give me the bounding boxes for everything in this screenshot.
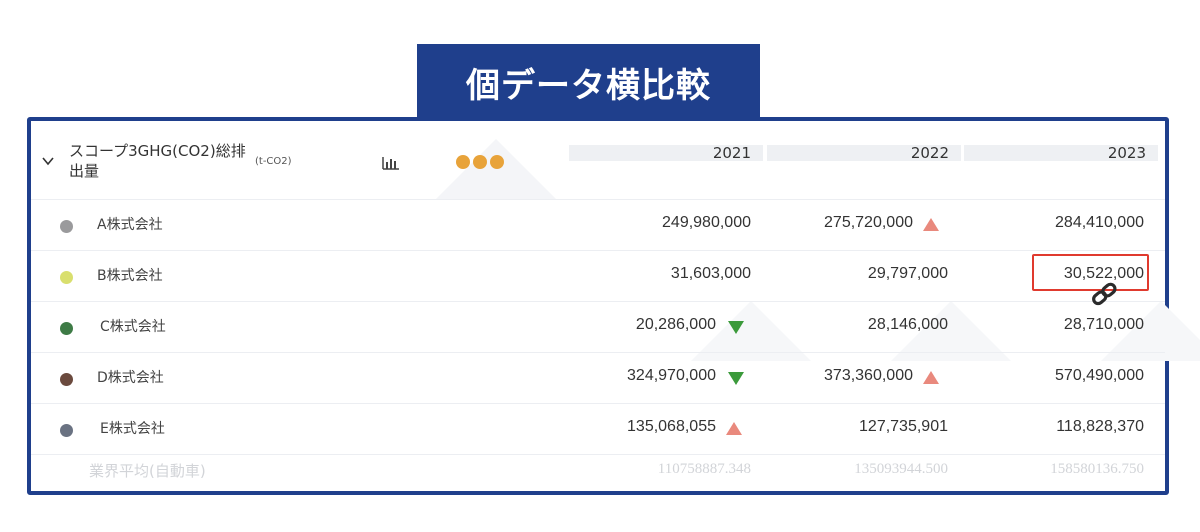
table-row: A株式会社 249,980,000 275,720,000 284,410,00… — [31, 200, 1165, 251]
metric-label: スコープ3GHG(CO2)総排出量 — [69, 142, 246, 180]
page-title: 個データ横比較 — [417, 44, 760, 120]
chevron-down-icon[interactable] — [42, 155, 54, 167]
value-2021: 135,068,055 — [627, 418, 716, 435]
company-color-dot — [60, 220, 73, 233]
industry-average-label: 業界平均(自動車) — [89, 462, 206, 480]
table-row: D株式会社 324,970,000 373,360,000 570,490,00… — [31, 353, 1165, 404]
company-color-dot — [60, 424, 73, 437]
company-name: E株式会社 — [100, 421, 165, 437]
value-2023: 284,410,000 — [1055, 214, 1144, 231]
trend-up-icon — [923, 371, 939, 384]
comparison-panel: スコープ3GHG(CO2)総排出量 (t-CO2) 2021 2022 2023… — [27, 117, 1200, 495]
company-name: B株式会社 — [97, 268, 163, 284]
value-2021: 20,286,000 — [635, 316, 716, 333]
year-header-2023: 2023 — [964, 145, 1158, 161]
table-row: E株式会社 135,068,055 127,735,901 118,828,37… — [31, 404, 1165, 455]
value-2022: 127,735,901 — [859, 418, 948, 435]
average-2023: 158580136.750 — [1050, 461, 1144, 477]
industry-average-row: 業界平均(自動車) 110758887.348 135093944.500 15… — [31, 456, 1165, 488]
unit-label: (t-CO2) — [255, 156, 292, 167]
value-2023: 28,710,000 — [1063, 316, 1144, 333]
company-name: A株式会社 — [97, 217, 163, 233]
value-2022: 275,720,000 — [824, 214, 913, 231]
trend-up-icon — [726, 422, 742, 435]
table-row: B株式会社 31,603,000 29,797,000 30,522,000 — [31, 251, 1165, 302]
table-header: スコープ3GHG(CO2)総排出量 (t-CO2) 2021 2022 2023 — [31, 121, 1165, 200]
company-color-dot — [60, 373, 73, 386]
year-header-2021: 2021 — [569, 145, 763, 161]
company-color-dot — [60, 322, 73, 335]
more-dots-icon[interactable] — [456, 155, 504, 169]
company-color-dot — [60, 271, 73, 284]
value-2022: 29,797,000 — [867, 265, 948, 282]
value-2022: 373,360,000 — [824, 367, 913, 384]
value-2023: 118,828,370 — [1056, 418, 1144, 435]
value-2021: 249,980,000 — [662, 214, 751, 231]
bar-chart-icon[interactable] — [382, 156, 400, 170]
trend-down-icon — [728, 321, 744, 334]
trend-up-icon — [923, 218, 939, 231]
link-icon[interactable] — [1091, 281, 1119, 307]
value-2022: 28,146,000 — [867, 316, 948, 333]
table-row: C株式会社 20,286,000 28,146,000 28,710,000 — [31, 302, 1165, 353]
trend-down-icon — [728, 372, 744, 385]
value-2021: 31,603,000 — [670, 265, 751, 282]
year-header-2022: 2022 — [767, 145, 961, 161]
average-2022: 135093944.500 — [854, 461, 948, 477]
company-name: D株式会社 — [97, 370, 164, 386]
value-2023: 570,490,000 — [1055, 367, 1144, 384]
value-2021: 324,970,000 — [627, 367, 716, 384]
average-2021: 110758887.348 — [657, 461, 751, 477]
company-name: C株式会社 — [100, 319, 166, 335]
